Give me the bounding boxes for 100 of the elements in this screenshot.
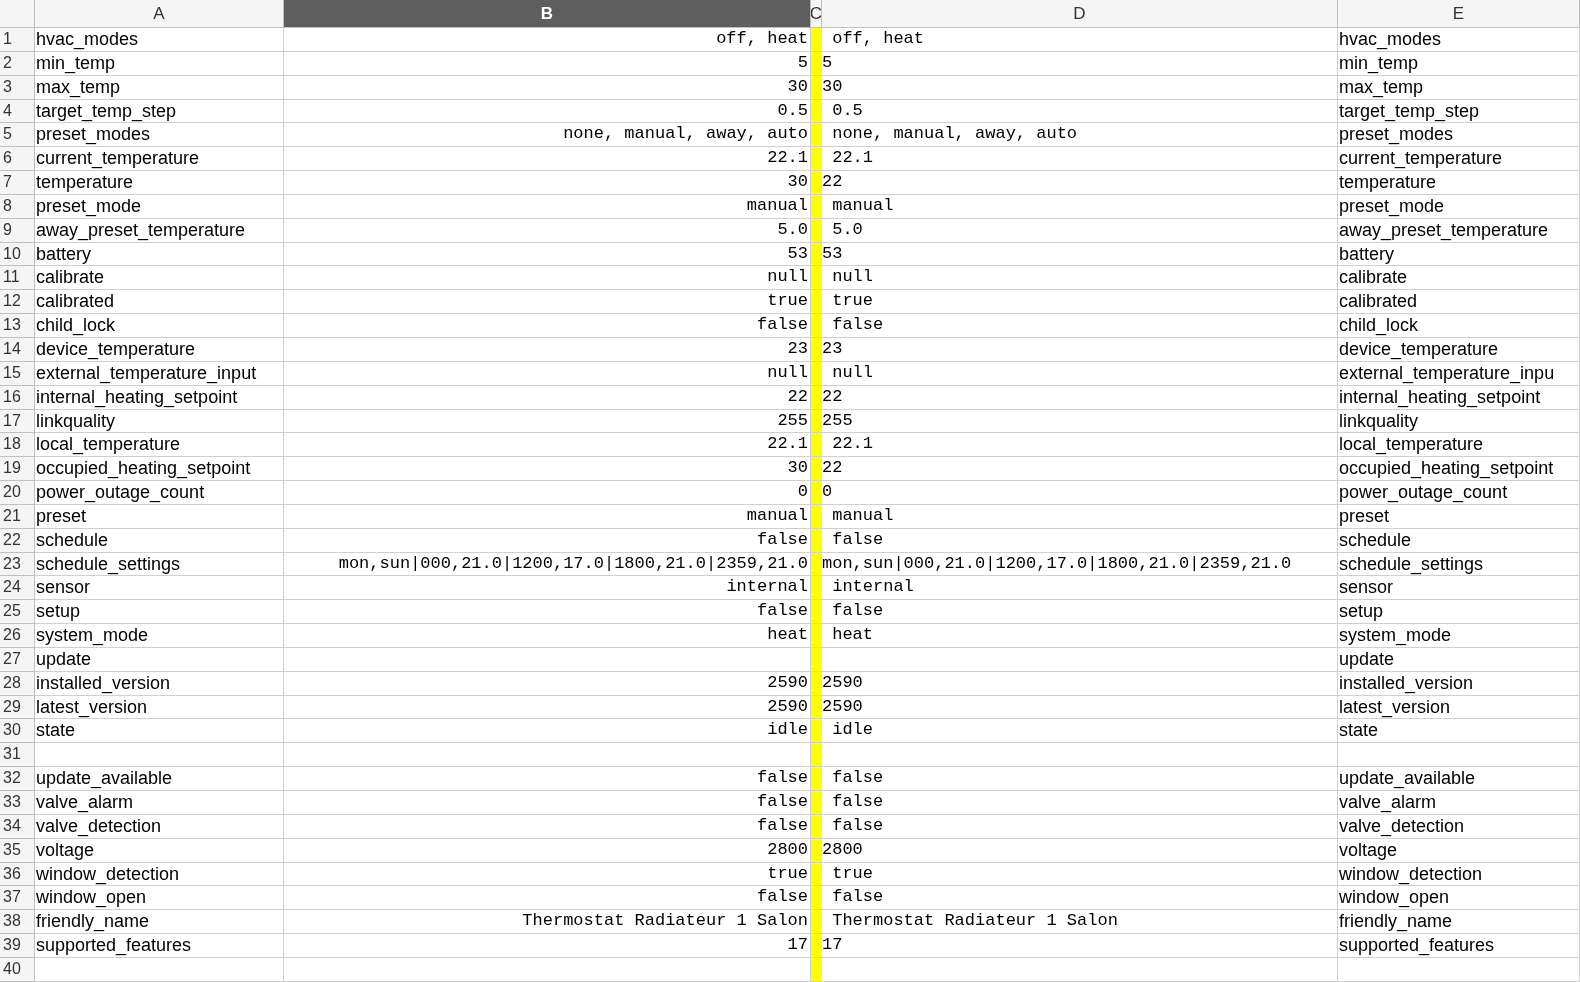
table-cell: installed_version <box>1338 671 1580 696</box>
row-number[interactable]: 2 <box>0 51 35 76</box>
table-cell: latest_version <box>35 695 284 720</box>
row-number[interactable]: 20 <box>0 481 35 505</box>
table-cell: window_open <box>1338 886 1580 911</box>
table-cell: latest_version <box>1338 695 1580 720</box>
row-number[interactable]: 16 <box>0 385 35 410</box>
table-cell: sensor <box>35 576 284 601</box>
row-number[interactable]: 28 <box>0 671 35 696</box>
highlighted-cell <box>811 862 822 887</box>
row-number[interactable]: 39 <box>0 934 35 958</box>
row-number[interactable]: 29 <box>0 695 35 720</box>
row-number[interactable]: 22 <box>0 528 35 553</box>
table-cell: preset <box>35 504 284 529</box>
row-number[interactable]: 33 <box>0 791 35 815</box>
table-cell: false <box>822 600 1338 625</box>
highlighted-cell <box>811 957 822 982</box>
table-cell: power_outage_count <box>1338 481 1580 505</box>
row-number[interactable]: 23 <box>0 552 35 577</box>
table-cell: child_lock <box>35 314 284 338</box>
table-cell: 22 <box>822 457 1338 482</box>
row-number[interactable]: 26 <box>0 624 35 648</box>
table-cell: linkquality <box>35 409 284 434</box>
row-number[interactable]: 15 <box>0 361 35 386</box>
table-cell: power_outage_count <box>35 481 284 505</box>
table-cell: 53 <box>284 242 811 267</box>
table-cell: device_temperature <box>35 337 284 362</box>
table-cell: 30 <box>284 171 811 195</box>
table-cell: false <box>822 886 1338 911</box>
table-cell: false <box>822 767 1338 791</box>
table-cell: 5 <box>822 51 1338 76</box>
table-cell: 17 <box>284 934 811 958</box>
row-number[interactable]: 18 <box>0 433 35 458</box>
table-cell: window_detection <box>1338 862 1580 887</box>
table-cell: away_preset_temperature <box>35 218 284 243</box>
row-number[interactable]: 35 <box>0 838 35 863</box>
table-cell: hvac_modes <box>1338 28 1580 52</box>
table-cell: window_open <box>35 886 284 911</box>
table-cell: current_temperature <box>35 147 284 172</box>
row-number[interactable]: 13 <box>0 314 35 338</box>
table-cell: local_temperature <box>1338 433 1580 458</box>
table-cell: max_temp <box>35 75 284 100</box>
table-cell: update_available <box>1338 767 1580 791</box>
table-cell: internal <box>822 576 1338 601</box>
table-cell: device_temperature <box>1338 337 1580 362</box>
table-cell: heat <box>822 624 1338 648</box>
column-header[interactable]: E <box>1338 0 1580 28</box>
table-cell: false <box>284 528 811 553</box>
row-number[interactable]: 17 <box>0 409 35 434</box>
table-cell: update_available <box>35 767 284 791</box>
row-number[interactable]: 7 <box>0 171 35 195</box>
row-number[interactable]: 10 <box>0 242 35 267</box>
table-cell: external_temperature_inpu <box>1338 361 1580 386</box>
table-cell: away_preset_temperature <box>1338 218 1580 243</box>
row-number[interactable]: 36 <box>0 862 35 887</box>
table-cell: max_temp <box>1338 75 1580 100</box>
row-number[interactable]: 1 <box>0 28 35 52</box>
row-number[interactable]: 21 <box>0 504 35 529</box>
highlighted-cell <box>811 719 822 744</box>
row-number[interactable]: 14 <box>0 337 35 362</box>
table-cell: 17 <box>822 934 1338 958</box>
row-number[interactable]: 5 <box>0 123 35 148</box>
table-cell: Thermostat Radiateur 1 Salon <box>822 910 1338 935</box>
table-cell: false <box>822 791 1338 815</box>
row-number[interactable]: 9 <box>0 218 35 243</box>
table-cell: update <box>1338 647 1580 672</box>
row-number[interactable]: 8 <box>0 194 35 219</box>
row-number[interactable]: 31 <box>0 743 35 768</box>
table-cell: schedule_settings <box>1338 552 1580 577</box>
row-number[interactable]: 24 <box>0 576 35 601</box>
column-header[interactable]: B <box>284 0 811 28</box>
column-header[interactable]: A <box>35 0 284 28</box>
table-cell: none, manual, away, auto <box>284 123 811 148</box>
row-number[interactable]: 40 <box>0 957 35 982</box>
table-cell: linkquality <box>1338 409 1580 434</box>
table-cell: idle <box>822 719 1338 744</box>
table-cell: schedule_settings <box>35 552 284 577</box>
table-cell: internal <box>284 576 811 601</box>
row-number[interactable]: 30 <box>0 719 35 744</box>
row-number[interactable]: 25 <box>0 600 35 625</box>
row-number[interactable]: 19 <box>0 457 35 482</box>
highlighted-cell <box>811 194 822 219</box>
row-number[interactable]: 27 <box>0 647 35 672</box>
highlighted-cell <box>811 361 822 386</box>
row-number[interactable]: 11 <box>0 266 35 291</box>
row-number[interactable]: 37 <box>0 886 35 911</box>
table-cell: idle <box>284 719 811 744</box>
column-header[interactable]: D <box>822 0 1338 28</box>
row-number[interactable]: 34 <box>0 814 35 839</box>
highlighted-cell <box>811 552 822 577</box>
highlighted-cell <box>811 934 822 958</box>
table-cell: true <box>284 290 811 315</box>
row-number[interactable]: 3 <box>0 75 35 100</box>
row-number[interactable]: 12 <box>0 290 35 315</box>
row-number[interactable]: 38 <box>0 910 35 935</box>
table-cell: battery <box>1338 242 1580 267</box>
table-cell: state <box>35 719 284 744</box>
row-number[interactable]: 32 <box>0 767 35 791</box>
row-number[interactable]: 4 <box>0 99 35 124</box>
row-number[interactable]: 6 <box>0 147 35 172</box>
